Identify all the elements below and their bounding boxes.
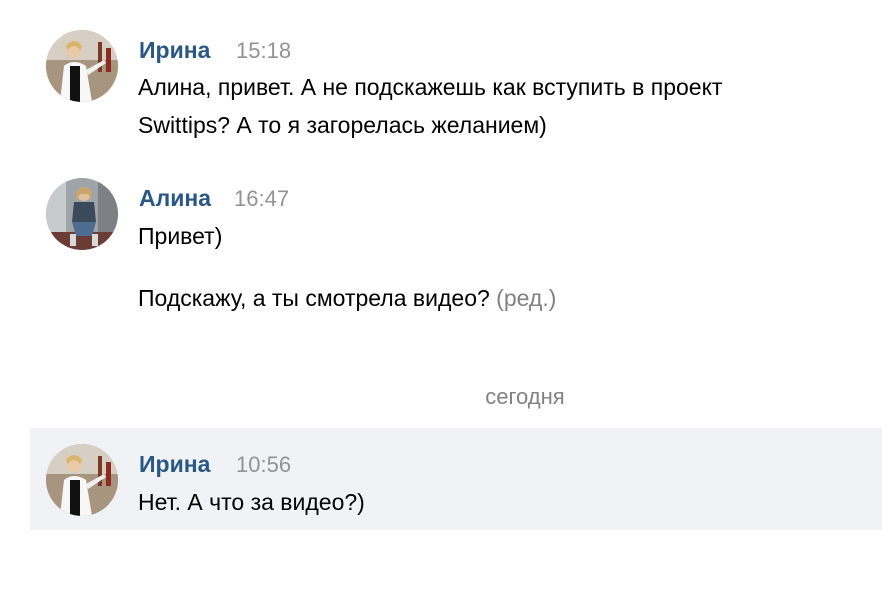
avatar[interactable] <box>46 444 118 516</box>
message-text-line: Swittips? А то я загорелась желанием) <box>138 112 547 138</box>
message-time[interactable]: 15:18 <box>236 38 291 64</box>
message-author[interactable]: Ирина <box>139 451 210 478</box>
avatar[interactable] <box>46 30 118 102</box>
message-author[interactable]: Алина <box>139 185 211 212</box>
chat-history: Ирина 15:18 Алина, привет. А не подскаже… <box>0 0 882 602</box>
message-text-line: Привет) <box>138 223 223 249</box>
message-text-line: Подскажу, а ты смотрела видео? (ред.) <box>138 279 556 317</box>
message-time[interactable]: 16:47 <box>234 186 289 212</box>
avatar-irina-image <box>46 444 118 516</box>
date-divider: сегодня <box>485 384 565 409</box>
avatar-alina-image <box>46 178 118 250</box>
message-time[interactable]: 10:56 <box>236 452 291 478</box>
avatar-irina-image <box>46 30 118 102</box>
edited-label[interactable]: (ред.) <box>496 285 556 311</box>
message-author[interactable]: Ирина <box>139 37 210 64</box>
message-text: Подскажу, а ты смотрела видео? <box>138 285 490 311</box>
message-text-line: Нет. А что за видео?) <box>138 489 365 515</box>
message-item-highlighted: Ирина 10:56 Нет. А что за видео?) <box>30 428 882 530</box>
avatar[interactable] <box>46 178 118 250</box>
message-text-line: Алина, привет. А не подскажешь как вступ… <box>138 74 723 100</box>
message-item: Алина 16:47 Привет) Подскажу, а ты смотр… <box>0 170 882 330</box>
message-item: Ирина 15:18 Алина, привет. А не подскаже… <box>0 0 882 160</box>
